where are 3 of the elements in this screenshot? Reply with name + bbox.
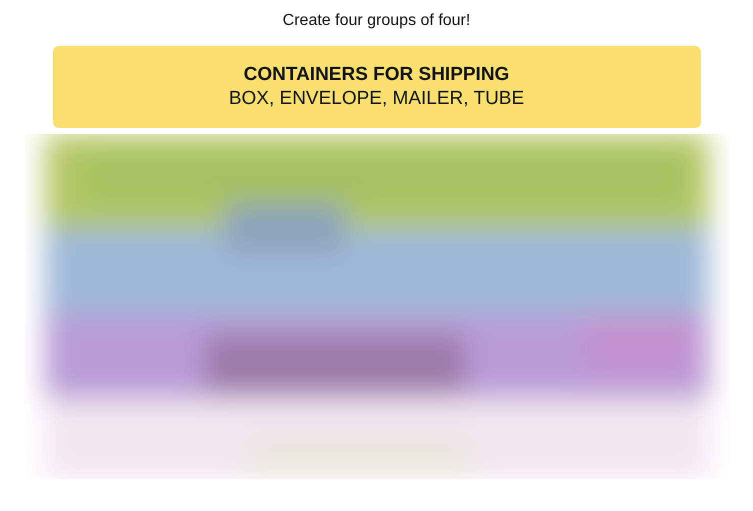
instruction-text: Create four groups of four! <box>282 12 470 30</box>
group-title: CONTAINERS FOR SHIPPING <box>244 64 510 86</box>
group-members: BOX, ENVELOPE, MAILER, TUBE <box>228 88 524 110</box>
